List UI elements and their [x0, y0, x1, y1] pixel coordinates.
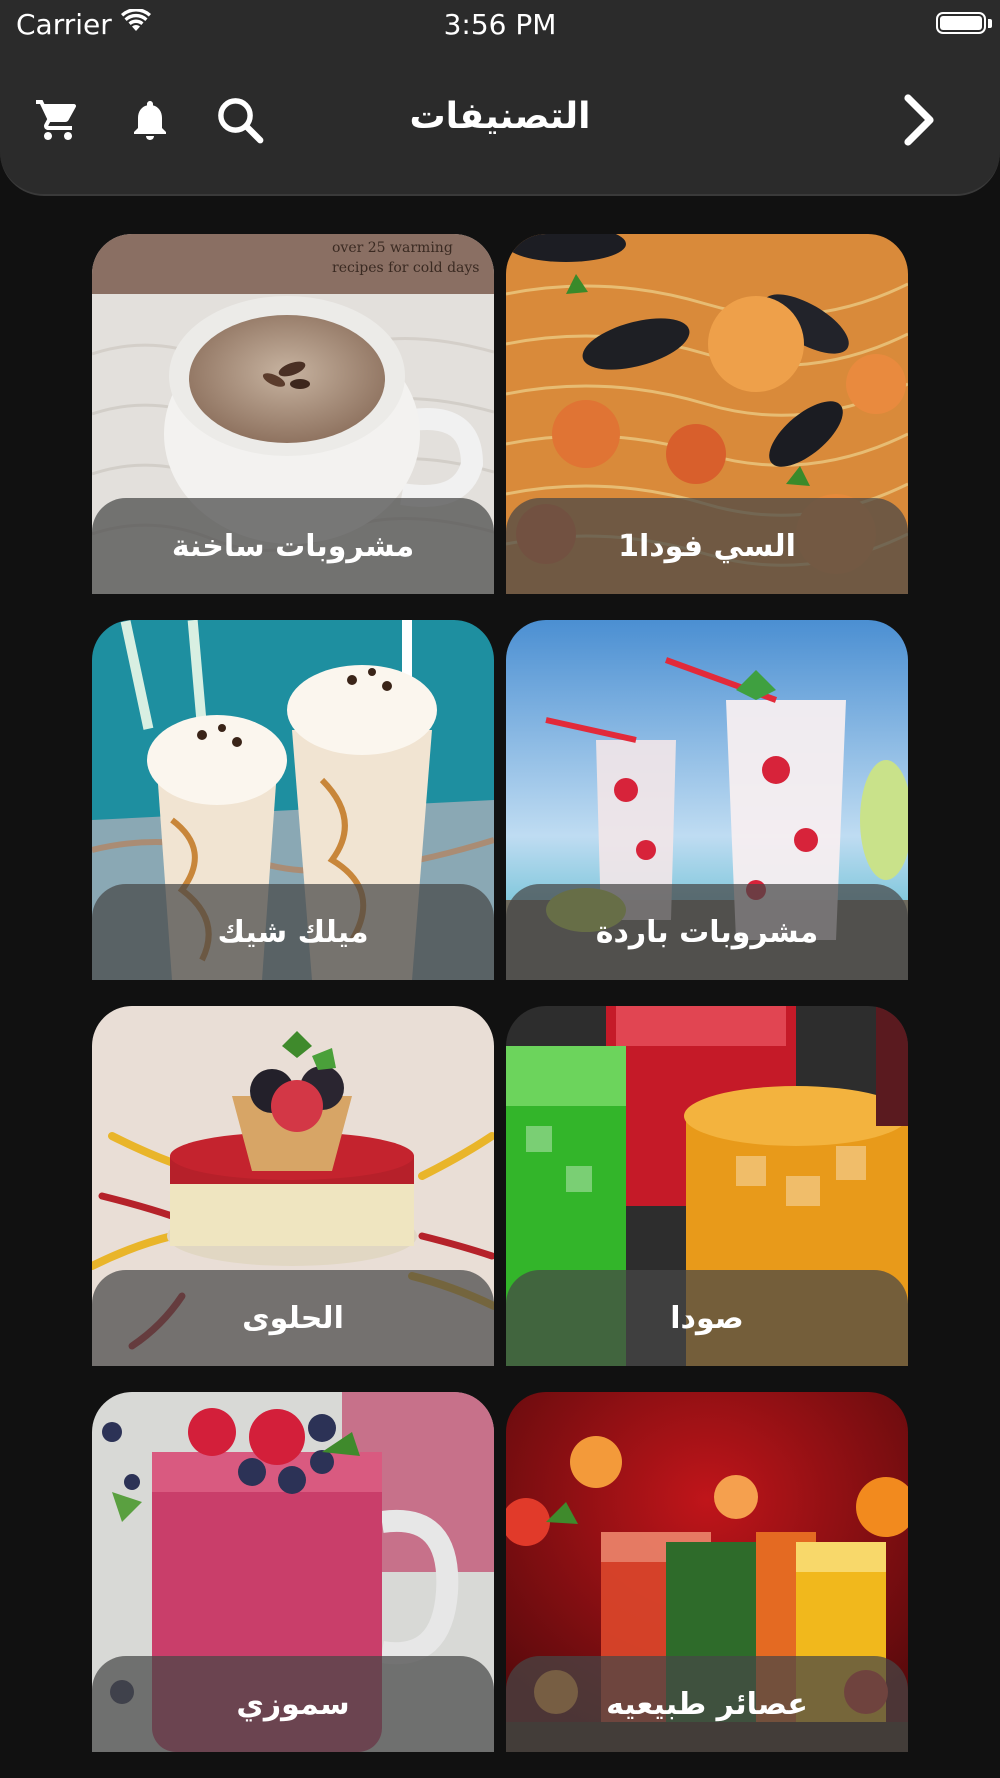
category-card-dessert[interactable]: الحلوى: [92, 1006, 494, 1366]
category-card-cold-drinks[interactable]: مشروبات باردة: [506, 620, 908, 980]
status-bar: Carrier 3:56 PM: [0, 0, 1000, 50]
battery-tip: [988, 19, 992, 28]
category-label: السي فودا1: [506, 498, 908, 594]
category-label: ميلك شيك: [92, 884, 494, 980]
category-card-milkshake[interactable]: ميلك شيك: [92, 620, 494, 980]
category-label: مشروبات ساخنة: [92, 498, 494, 594]
category-label: عصائر طبيعيه: [506, 1656, 908, 1752]
category-card-seafood[interactable]: السي فودا1: [506, 234, 908, 594]
hot-drink-photo-caption-2: recipes for cold days: [332, 260, 480, 276]
category-card-soda[interactable]: صودا: [506, 1006, 908, 1366]
category-label: الحلوى: [92, 1270, 494, 1366]
category-card-natural-juices[interactable]: عصائر طبيعيه: [506, 1392, 908, 1752]
category-grid: over 25 warming recipes for cold days مش…: [92, 234, 908, 1752]
clock: 3:56 PM: [443, 8, 557, 41]
hot-drink-photo-caption-1: over 25 warming: [332, 240, 453, 256]
category-card-hot-drinks[interactable]: over 25 warming recipes for cold days مش…: [92, 234, 494, 594]
category-label: مشروبات باردة: [506, 884, 908, 980]
chevron-right-icon[interactable]: [890, 92, 946, 148]
battery-icon: [936, 12, 986, 34]
category-label: صودا: [506, 1270, 908, 1366]
page-title: التصنيفات: [409, 96, 591, 137]
category-label: سموزي: [92, 1656, 494, 1752]
category-card-smoothie[interactable]: سموزي: [92, 1392, 494, 1752]
